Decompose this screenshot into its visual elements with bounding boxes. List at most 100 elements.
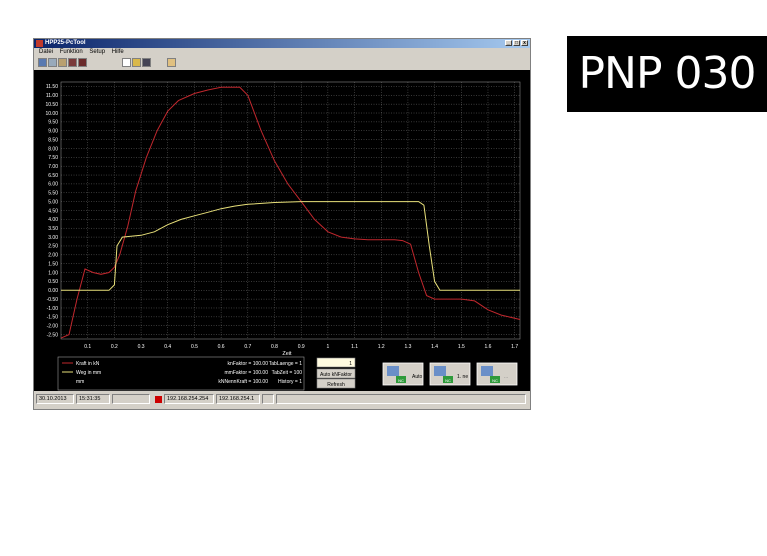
y-tick-label: 4.00 [48, 217, 58, 223]
x-axis-ticks: 0.1 0.2 0.3 0.4 0.5 0.6 0.7 0.8 0.9 1 1.1 1.2 1.3 1.4… [84, 344, 518, 350]
zoom-icon[interactable] [48, 58, 57, 67]
window-icon [481, 366, 493, 376]
y-axis-ticks: 11.50 11.00 10.50 10.00 9.50 9.00 8.50 8.00 7.50… [45, 84, 58, 338]
x-tick-label: 0.7 [244, 344, 251, 350]
status-date: 30.10.2013 [36, 394, 74, 404]
save-icon[interactable] [142, 58, 151, 67]
menu-setup[interactable]: Setup [89, 49, 105, 55]
minimize-button[interactable]: _ [505, 40, 512, 46]
x-tick-label: 0.3 [138, 344, 145, 350]
tool-button-more[interactable]: NC ... [476, 362, 518, 386]
stop-icon[interactable] [78, 58, 87, 67]
y-tick-label: 3.00 [48, 235, 58, 241]
y-tick-label: 7.00 [48, 164, 58, 170]
x-tick-label: 1.2 [378, 344, 385, 350]
tab-laenge: TabLaenge = 1 [269, 361, 302, 367]
status-empty-1 [112, 394, 150, 404]
legend-label-mm: mm [76, 379, 84, 385]
nc-badge: NC [445, 378, 451, 383]
maximize-button[interactable]: □ [513, 40, 520, 46]
y-tick-label: 1.00 [48, 270, 58, 276]
y-tick-label: 5.50 [48, 191, 58, 197]
y-tick-label: 6.00 [48, 182, 58, 188]
x-tick-label: 1.4 [431, 344, 438, 350]
window-title: HPP25-PcTool [45, 40, 86, 46]
factor-kn: knFaktor = 100.00 [228, 361, 269, 367]
y-tick-label: 7.50 [48, 155, 58, 161]
y-tick-label: 8.00 [48, 146, 58, 152]
window-icon [434, 366, 446, 376]
y-tick-label: 3.50 [48, 226, 58, 232]
status-time: 15:31:35 [76, 394, 110, 404]
pen-icon[interactable] [58, 58, 67, 67]
y-tick-label: 10.50 [45, 102, 58, 108]
x-tick-label: 1.7 [511, 344, 518, 350]
y-tick-label: 9.00 [48, 129, 58, 135]
print-icon[interactable] [167, 58, 176, 67]
history-value: History = 1 [278, 379, 302, 385]
nc-badge: NC [398, 378, 404, 383]
toolbar [34, 56, 530, 69]
y-tick-label: 2.50 [48, 244, 58, 250]
factor-mm: mmFaktor = 100.00 [225, 370, 269, 376]
connection-status-icon [155, 396, 162, 403]
grid-lines [60, 81, 521, 340]
tab-zeit: TabZeit = 100 [272, 370, 303, 376]
menu-datei[interactable]: Datei [39, 49, 53, 55]
pnp-label: PNP 030 [567, 36, 767, 112]
y-tick-label: 0.00 [48, 288, 58, 294]
nc-badge: NC [492, 378, 498, 383]
y-tick-label: 1.50 [48, 261, 58, 267]
y-tick-label: 0.50 [48, 279, 58, 285]
legend-label-kraft: Kraft in kN [76, 361, 100, 367]
legend-label-weg: Weg in mm [76, 370, 101, 376]
x-tick-label: 1.3 [404, 344, 411, 350]
y-tick-label: 11.50 [46, 84, 58, 90]
x-axis-label: Zeit [282, 351, 292, 357]
app-icon [36, 40, 43, 47]
x-tick-label: 0.9 [298, 344, 305, 350]
y-tick-label: -2.00 [47, 324, 59, 330]
chart-icon[interactable] [38, 58, 47, 67]
factor-nennkraft: kNNennKraft = 100.00 [218, 379, 268, 385]
tool-button-ne[interactable]: NC 1. ne [429, 362, 471, 386]
screen-icon[interactable] [68, 58, 77, 67]
y-tick-label: -1.00 [47, 306, 59, 312]
y-tick-label: 10.00 [45, 111, 58, 117]
app-window: HPP25-PcTool _ □ x Datei Funktion Setup … [33, 38, 531, 410]
new-file-icon[interactable] [122, 58, 131, 67]
plot-area: 11.50 1 1.00 10.50 10.00 9.50 9.00 8.50 8.00 7.50… [34, 70, 530, 391]
y-tick-label: 5.00 [48, 199, 58, 205]
x-tick-label: 1.1 [351, 344, 358, 350]
x-tick-label: 0.1 [84, 344, 91, 350]
menu-hilfe[interactable]: Hilfe [112, 49, 124, 55]
chart-svg: 11.50 1 1.00 10.50 10.00 9.50 9.00 8.50 8.00 7.50… [45, 81, 521, 391]
tool-button-auto[interactable]: NC Auto [382, 362, 424, 386]
title-bar[interactable]: HPP25-PcTool _ □ x [34, 39, 530, 48]
close-button[interactable]: x [521, 40, 528, 46]
y-tick-label: -0.50 [47, 297, 59, 303]
y-tick-label: -1.50 [47, 315, 59, 321]
y-tick-label: 6.50 [48, 173, 58, 179]
status-empty-2 [262, 394, 274, 404]
y-tick-label: 2.00 [48, 253, 58, 259]
y-tick-label: 9.50 [48, 120, 58, 126]
tool-button-more-label: ... [504, 374, 508, 380]
y-tick-label: -2.50 [47, 332, 59, 338]
menu-bar: Datei Funktion Setup Hilfe [34, 48, 530, 56]
x-tick-label: 1 [326, 344, 329, 350]
menu-funktion[interactable]: Funktion [60, 49, 83, 55]
x-tick-label: 0.6 [218, 344, 225, 350]
open-folder-icon[interactable] [132, 58, 141, 67]
status-ip-2: 192.168.254.1 [216, 394, 260, 404]
tool-button-auto-label: Auto [412, 374, 423, 380]
tool-button-ne-label: 1. ne [457, 374, 468, 380]
y-tick-label: 8.50 [48, 137, 58, 143]
status-bar: 30.10.2013 15:31:35 192.168.254.254 192.… [34, 391, 530, 409]
y-tick-label: 4.50 [48, 208, 58, 214]
x-tick-label: 1.5 [458, 344, 465, 350]
refresh-label: Refresh [327, 382, 345, 388]
x-tick-label: 0.8 [271, 344, 278, 350]
x-tick-label: 0.2 [111, 344, 118, 350]
status-ip-1: 192.168.254.254 [164, 394, 214, 404]
